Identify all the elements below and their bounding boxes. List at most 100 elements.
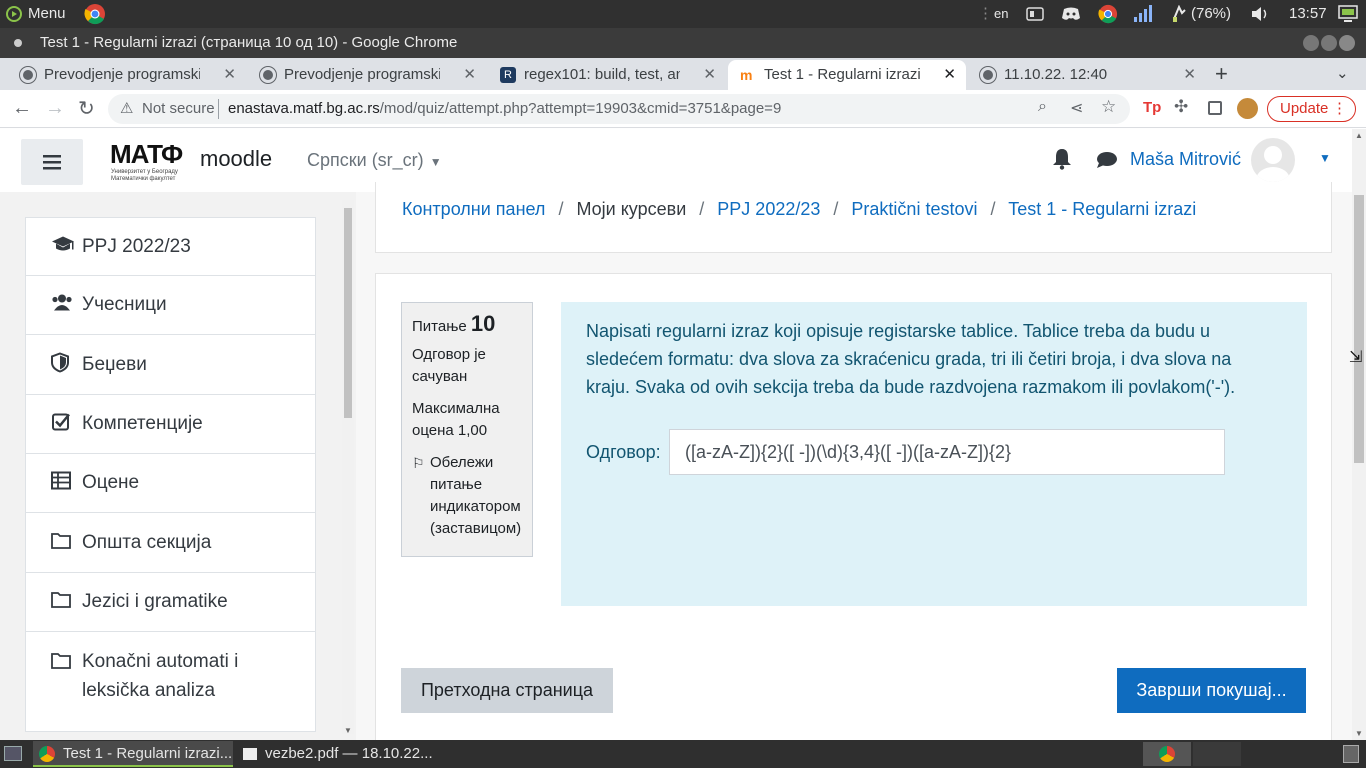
drawer-scrollbar[interactable]: ▼ [342,200,354,735]
chrome-icon [1159,746,1175,762]
share-icon[interactable]: ⋖ [1070,98,1083,118]
chrome-launcher-icon[interactable] [84,3,106,31]
user-menu-caret-icon[interactable]: ▼ [1319,151,1331,165]
taskbar-item-pdf[interactable]: vezbe2.pdf — 18.10.22... [237,741,437,767]
document-icon [243,748,257,760]
user-avatar[interactable] [1251,138,1295,182]
taskbar-item-chrome[interactable]: Test 1 - Regularni izrazi... [33,741,233,767]
keyboard-layout[interactable]: en [994,0,1008,28]
globe-icon [980,67,996,83]
menu-button[interactable]: Menu [28,0,66,28]
breadcrumb-course[interactable]: PPJ 2022/23 [717,199,820,219]
drawer-item-general-section[interactable]: Општа секција [25,513,316,573]
close-tab-icon[interactable]: ✕ [463,65,476,83]
site-name[interactable]: moodle [200,146,272,172]
tab-5[interactable]: 11.10.22. 12:40 ✕ [968,60,1206,90]
window-title: Test 1 - Regularni izrazi (страница 10 о… [40,34,458,51]
kebab-menu-icon[interactable]: ⋮ [1332,97,1347,121]
users-icon [51,294,73,317]
drawer-item-finite-automata[interactable]: Konačni automati i leksička analiza [25,632,316,732]
tab-3[interactable]: R regex101: build, test, and ✕ [488,60,726,90]
scroll-down-arrow-icon[interactable]: ▼ [1355,729,1363,738]
show-desktop-icon[interactable] [4,746,22,761]
close-tab-icon[interactable]: ✕ [223,65,236,83]
notifications-bell-icon[interactable] [1052,148,1072,175]
drawer-item-grades[interactable]: Оцене [25,454,316,513]
drawer-toggle-button[interactable] [21,139,83,185]
address-bar[interactable]: ⚠ Not secure enastava.matf.bg.ac.rs/mod/… [108,94,1130,124]
drawer-item-label: Оцене [82,472,140,493]
workspace-switcher-1[interactable] [1143,742,1191,766]
hamburger-icon [43,155,61,170]
side-panel-icon[interactable] [1208,101,1222,115]
maximize-icon[interactable] [1321,35,1337,51]
question-number: 10 [470,311,496,336]
reload-icon[interactable]: ↻ [78,96,95,121]
shield-icon [51,351,69,377]
tab-4-active[interactable]: m Test 1 - Regularni izrazi (c ✕ [728,60,966,90]
drawer-item-course[interactable]: PPJ 2022/23 [25,217,316,276]
matf-logo[interactable]: МАТФ [110,139,183,170]
messages-icon[interactable] [1096,151,1118,174]
drawer-scroll-thumb[interactable] [344,208,352,418]
tab-title: Prevodjenje programskih [44,66,200,83]
update-button[interactable]: Update ⋮ [1267,96,1356,122]
flag-question-link[interactable]: ⚐ Обележи питање индикатором (заставицом… [412,452,522,540]
page-scrollbar[interactable]: ▲ ▼ [1352,129,1366,740]
breadcrumb-card: Контролни панел / Моји курсеви / PPJ 202… [375,182,1332,253]
back-icon[interactable]: ← [12,97,32,120]
url-text[interactable]: enastava.matf.bg.ac.rs/mod/quiz/attempt.… [228,100,781,117]
previous-page-button[interactable]: Претходна страница [401,668,613,713]
close-tab-icon[interactable]: ✕ [943,65,956,83]
folder-icon [51,652,71,674]
question-text: Napisati regularni izraz koji opisuje re… [586,321,1236,397]
drawer-item-languages-grammars[interactable]: Jezici i gramatike [25,573,316,632]
folder-icon [51,591,71,613]
drawer-item-competencies[interactable]: Компетенције [25,395,316,454]
drawer-item-participants[interactable]: Учесници [25,276,316,335]
close-tab-icon[interactable]: ✕ [1183,65,1196,83]
warning-icon[interactable]: ⚠ [120,99,133,117]
translate-extension-icon[interactable]: Tp [1143,99,1161,116]
breadcrumb-dashboard[interactable]: Контролни панел [402,199,545,219]
tab-1[interactable]: Prevodjenje programskih ✕ [8,60,246,90]
monitor-icon[interactable] [1338,0,1358,28]
flag-icon: ⚐ [412,455,425,471]
finish-attempt-button[interactable]: Заврши покушај... [1117,668,1306,713]
language-menu[interactable]: Српски (sr_cr) ▼ [307,150,442,171]
forward-icon[interactable]: → [45,97,65,120]
minimize-icon[interactable] [1303,35,1319,51]
drawer-item-badges[interactable]: Беџеви [25,335,316,395]
breadcrumb-separator: / [558,199,564,219]
answer-input[interactable] [669,429,1225,475]
close-tab-icon[interactable]: ✕ [703,65,716,83]
new-tab-button[interactable]: + [1215,61,1228,87]
security-label[interactable]: Not secure [142,100,215,117]
page-scroll-thumb[interactable] [1354,195,1364,463]
volume-icon[interactable] [1250,0,1270,28]
breadcrumb-quiz[interactable]: Test 1 - Regularni izrazi [1008,199,1196,219]
battery-icon[interactable] [1170,0,1188,28]
flag-label: Обележи питање индикатором (заставицом) [430,454,522,537]
drive-icon[interactable] [1026,0,1044,28]
language-label: Српски (sr_cr) [307,150,424,170]
drawer-item-label: Компетенције [82,413,203,434]
network-signal-icon[interactable] [1133,0,1153,28]
workspace-switcher-2[interactable] [1193,742,1241,766]
scroll-up-arrow-icon[interactable]: ▲ [1355,131,1363,140]
tab-2[interactable]: Prevodjenje programskih ✕ [248,60,486,90]
zoom-icon[interactable]: ⌕ [1038,98,1047,116]
extensions-icon[interactable]: ✣ [1174,97,1188,117]
user-name[interactable]: Maša Mitrović [1130,149,1241,170]
trash-icon[interactable] [1343,745,1359,763]
clock[interactable]: 13:57 [1289,0,1327,28]
close-window-icon[interactable] [1339,35,1355,51]
bookmark-star-icon[interactable]: ☆ [1101,97,1116,117]
profile-avatar-icon[interactable] [1237,98,1258,119]
tab-search-icon[interactable]: ⌄ [1336,64,1349,82]
breadcrumb-section[interactable]: Praktični testovi [851,199,977,219]
scroll-down-arrow-icon[interactable]: ▼ [344,726,352,735]
discord-icon[interactable] [1061,0,1081,28]
tab-title: regex101: build, test, and [524,66,680,83]
menu-icon[interactable] [6,0,22,28]
